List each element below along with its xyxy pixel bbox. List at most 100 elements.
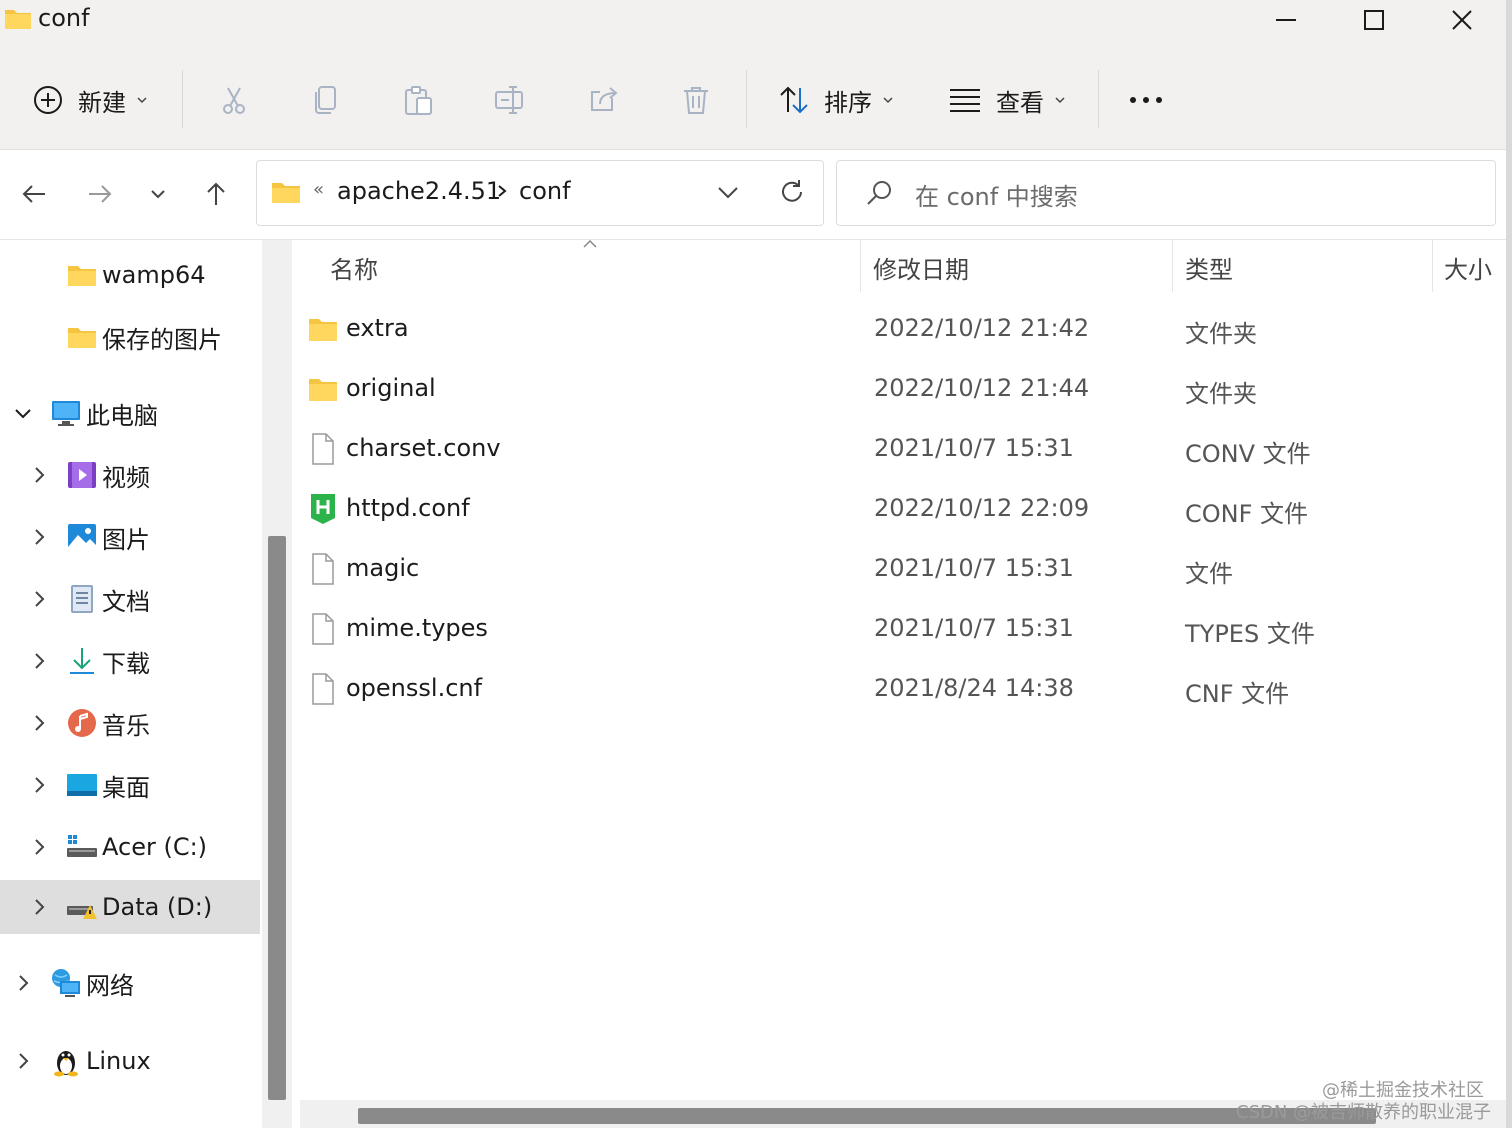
command-bar: 新建 排序 查看 <box>0 56 1512 150</box>
toolbar-divider <box>746 70 747 128</box>
new-label: 新建 <box>78 88 126 117</box>
chevron-down-icon[interactable] <box>715 179 741 205</box>
watermark-text: CSDN @被吉师散养的职业混子 <box>1236 1102 1492 1123</box>
column-header-size[interactable]: 大小 <box>1444 250 1492 285</box>
file-row[interactable]: extra 2022/10/12 21:42 文件夹 <box>292 300 1492 358</box>
file-name: openssl.cnf <box>346 674 483 702</box>
chevron-right-icon[interactable] <box>30 590 48 608</box>
address-overflow[interactable]: « <box>313 179 324 200</box>
horizontal-scrollbar-thumb[interactable] <box>358 1108 1376 1124</box>
chevron-right-icon[interactable] <box>30 528 48 546</box>
chevron-right-icon[interactable] <box>30 714 48 732</box>
file-type: CNF 文件 <box>1185 680 1290 708</box>
column-divider[interactable] <box>1432 240 1433 292</box>
more-icon <box>1130 97 1162 103</box>
file-row[interactable]: httpd.conf 2022/10/12 22:09 CONF 文件 <box>292 480 1492 538</box>
navigation-bar: « apache2.4.51 conf 在 conf 中搜索 <box>0 150 1512 240</box>
file-row[interactable]: openssl.cnf 2021/8/24 14:38 CNF 文件 <box>292 660 1492 718</box>
file-type: CONF 文件 <box>1185 500 1309 528</box>
sidebar-item-saved-pictures[interactable]: 保存的图片 <box>0 310 260 364</box>
more-button[interactable] <box>1126 80 1166 120</box>
forward-button[interactable] <box>80 174 120 214</box>
view-lines-icon <box>950 89 980 112</box>
chevron-right-icon[interactable] <box>30 776 48 794</box>
chevron-right-icon[interactable] <box>14 974 32 992</box>
close-button[interactable] <box>1422 0 1502 40</box>
copy-button[interactable] <box>306 80 346 120</box>
back-arrow-icon <box>22 185 45 203</box>
chevron-right-icon[interactable] <box>495 181 509 201</box>
folder-icon <box>68 266 96 286</box>
chevron-down-icon[interactable] <box>14 404 32 422</box>
documents-icon <box>71 585 93 613</box>
delete-button[interactable] <box>676 80 716 120</box>
column-divider[interactable] <box>860 240 861 292</box>
file-row[interactable]: mime.types 2021/10/7 15:31 TYPES 文件 <box>292 600 1492 658</box>
sidebar-item-this-pc[interactable]: 此电脑 <box>0 386 260 440</box>
file-date: 2022/10/12 21:44 <box>874 374 1090 402</box>
file-row[interactable]: original 2022/10/12 21:44 文件夹 <box>292 360 1492 418</box>
close-icon <box>1452 10 1472 30</box>
sidebar-item-videos[interactable]: 视频 <box>0 448 260 502</box>
rename-button[interactable] <box>490 80 530 120</box>
chevron-down-icon <box>883 97 893 104</box>
delete-icon <box>684 87 708 114</box>
sidebar-item-pictures[interactable]: 图片 <box>0 510 260 564</box>
plus-circle-icon <box>34 86 62 114</box>
chevron-right-icon[interactable] <box>14 1052 32 1070</box>
share-icon <box>591 87 618 111</box>
sidebar-scrollbar[interactable] <box>262 240 292 1128</box>
sidebar-item-label: 此电脑 <box>86 401 158 430</box>
folder-icon <box>309 379 337 401</box>
sidebar-item-drive-c[interactable]: Acer (C:) <box>0 820 260 874</box>
file-row[interactable]: charset.conv 2021/10/7 15:31 CONV 文件 <box>292 420 1492 478</box>
column-header-type[interactable]: 类型 <box>1185 250 1233 285</box>
chevron-right-icon[interactable] <box>30 838 48 856</box>
chevron-right-icon[interactable] <box>30 652 48 670</box>
cut-button[interactable] <box>214 80 254 120</box>
sidebar-scrollbar-thumb[interactable] <box>268 536 286 1100</box>
refresh-icon[interactable] <box>777 177 807 207</box>
sidebar-item-network[interactable]: 网络 <box>0 956 260 1010</box>
new-button[interactable]: 新建 <box>32 78 148 122</box>
file-date: 2022/10/12 21:42 <box>874 314 1090 342</box>
paste-button[interactable] <box>398 80 438 120</box>
rename-icon <box>495 86 523 114</box>
file-list: 名称 修改日期 类型 大小 extra 2022/10/12 21:42 文件夹… <box>292 239 1512 1128</box>
sidebar-item-downloads[interactable]: 下载 <box>0 634 260 688</box>
view-button[interactable]: 查看 <box>948 78 1066 122</box>
sidebar-item-linux[interactable]: Linux <box>0 1034 260 1088</box>
column-divider[interactable] <box>1172 240 1173 292</box>
folder-icon <box>5 10 31 29</box>
share-button[interactable] <box>584 80 624 120</box>
file-name: extra <box>346 314 409 342</box>
sidebar-item-wamp64[interactable]: wamp64 <box>0 248 260 302</box>
column-header-date[interactable]: 修改日期 <box>873 250 969 285</box>
minimize-button[interactable] <box>1246 0 1326 40</box>
chevron-down-icon <box>137 97 147 104</box>
breadcrumb-segment[interactable]: apache2.4.51 <box>337 177 501 205</box>
folder-icon <box>309 319 337 341</box>
file-row[interactable]: magic 2021/10/7 15:31 文件 <box>292 540 1492 598</box>
maximize-button[interactable] <box>1334 0 1414 40</box>
chevron-right-icon[interactable] <box>30 466 48 484</box>
address-bar[interactable]: « apache2.4.51 conf <box>256 160 824 226</box>
search-box[interactable]: 在 conf 中搜索 <box>836 160 1496 226</box>
file-name: httpd.conf <box>346 494 470 522</box>
window-title: conf <box>38 4 90 32</box>
breadcrumb-segment[interactable]: conf <box>519 177 571 205</box>
sort-button[interactable]: 排序 <box>778 78 894 122</box>
sidebar-item-documents[interactable]: 文档 <box>0 572 260 626</box>
sidebar-item-label: 保存的图片 <box>102 325 222 354</box>
linux-icon <box>54 1051 78 1077</box>
chevron-right-icon[interactable] <box>30 898 48 916</box>
sidebar-item-drive-d[interactable]: Data (D:) <box>0 880 260 934</box>
sidebar-item-desktop[interactable]: 桌面 <box>0 758 260 812</box>
drive-warning-icon <box>67 905 97 919</box>
sidebar-item-music[interactable]: 音乐 <box>0 696 260 750</box>
toolbar-divider <box>182 70 183 128</box>
recent-locations-button[interactable] <box>138 174 178 214</box>
back-button[interactable] <box>14 174 54 214</box>
column-header-name[interactable]: 名称 <box>330 250 378 285</box>
up-button[interactable] <box>196 174 236 214</box>
